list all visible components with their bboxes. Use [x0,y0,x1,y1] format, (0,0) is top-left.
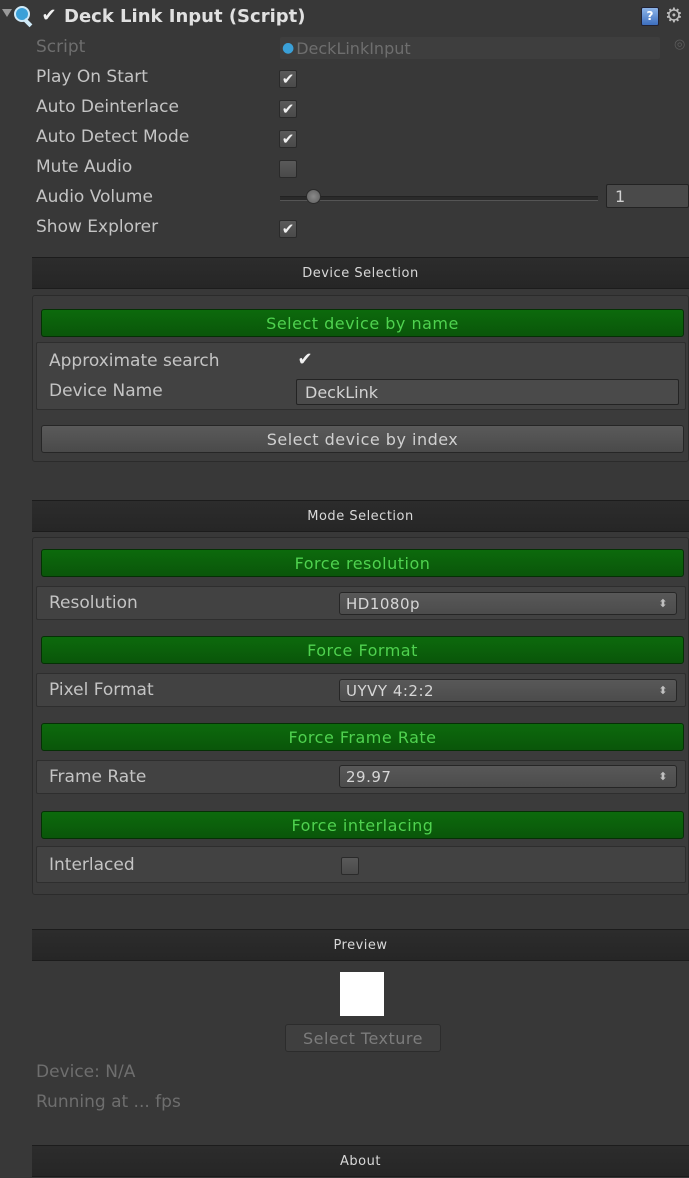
approximate-search-label: Approximate search [49,351,220,371]
object-picker-icon: ◎ [674,37,686,52]
component-title: Deck Link Input (Script) [64,6,306,27]
auto-detect-mode-checkbox[interactable]: ✔ [279,130,297,148]
force-resolution-label: Force resolution [294,553,431,573]
audio-volume-slider-track[interactable] [280,196,598,201]
audio-volume-slider-thumb[interactable] [306,189,321,204]
help-book-icon[interactable]: ? [641,7,659,26]
mode-selection-title: Mode Selection [307,508,414,524]
auto-deinterlace-label: Auto Deinterlace [36,97,179,117]
device-selection-title: Device Selection [302,265,419,281]
resolution-dropdown[interactable]: HD1080p ⬍ [339,592,677,615]
dropdown-arrows-icon: ⬍ [658,597,668,610]
fps-status: Running at ... fps [36,1092,181,1112]
frame-rate-dropdown[interactable]: 29.97 ⬍ [339,765,677,788]
script-icon [12,4,36,28]
resolution-value: HD1080p [346,594,421,613]
about-header[interactable]: About [32,1145,689,1177]
interlaced-checkbox[interactable] [341,857,359,875]
show-explorer-checkbox[interactable]: ✔ [279,220,297,238]
device-name-value: DeckLink [305,382,378,402]
play-on-start-label: Play On Start [36,67,148,87]
preview-header[interactable]: Preview [32,929,689,961]
audio-volume-value: 1 [615,186,626,206]
approximate-search-checkbox[interactable]: ✔ [296,351,314,369]
gear-icon[interactable]: ⚙ [665,3,683,27]
select-texture-button[interactable]: Select Texture [285,1024,441,1052]
script-small-icon: ● [282,40,295,56]
mode-selection-header[interactable]: Mode Selection [32,500,689,532]
preview-texture [340,972,384,1016]
interlaced-label: Interlaced [49,855,135,875]
mute-audio-label: Mute Audio [36,157,133,177]
device-selection-header[interactable]: Device Selection [32,257,689,289]
dropdown-arrows-icon: ⬍ [658,684,668,697]
device-status: Device: N/A [36,1062,136,1082]
force-resolution-button[interactable]: Force resolution [41,549,684,577]
audio-volume-input[interactable]: 1 [606,184,689,208]
pixel-format-dropdown[interactable]: UYVY 4:2:2 ⬍ [339,679,677,702]
dropdown-arrows-icon: ⬍ [658,770,668,783]
select-device-by-index-label: Select device by index [266,429,459,449]
audio-volume-label: Audio Volume [36,187,153,207]
component-enabled-checkbox[interactable]: ✔ [40,7,58,25]
select-texture-label: Select Texture [302,1028,423,1048]
preview-title: Preview [333,937,388,953]
force-frame-rate-button[interactable]: Force Frame Rate [41,723,684,751]
script-value: DeckLinkInput [296,38,411,58]
force-frame-rate-label: Force Frame Rate [288,727,437,747]
select-device-by-index-button[interactable]: Select device by index [41,425,684,453]
force-interlacing-button[interactable]: Force interlacing [41,811,684,839]
frame-rate-label: Frame Rate [49,767,147,787]
device-name-input[interactable]: DeckLink [296,379,679,405]
auto-detect-mode-label: Auto Detect Mode [36,127,190,147]
device-name-label: Device Name [49,381,163,401]
script-object-field: ● DeckLinkInput [280,37,660,59]
component-header: ✔ Deck Link Input (Script) ? ⚙ [0,0,689,32]
about-title: About [340,1153,381,1169]
auto-deinterlace-checkbox[interactable]: ✔ [279,100,297,118]
pixel-format-label: Pixel Format [49,680,154,700]
force-format-button[interactable]: Force Format [41,636,684,664]
select-device-by-name-button[interactable]: Select device by name [41,309,684,337]
force-interlacing-label: Force interlacing [291,815,434,835]
force-format-label: Force Format [307,640,418,660]
resolution-label: Resolution [49,593,138,613]
mute-audio-checkbox[interactable] [279,160,297,178]
pixel-format-value: UYVY 4:2:2 [346,681,435,700]
script-label: Script [36,37,86,57]
play-on-start-checkbox[interactable]: ✔ [279,70,297,88]
select-device-by-name-label: Select device by name [266,313,459,333]
triangle-down-icon[interactable] [2,9,12,17]
show-explorer-label: Show Explorer [36,217,159,237]
frame-rate-value: 29.97 [346,767,392,786]
